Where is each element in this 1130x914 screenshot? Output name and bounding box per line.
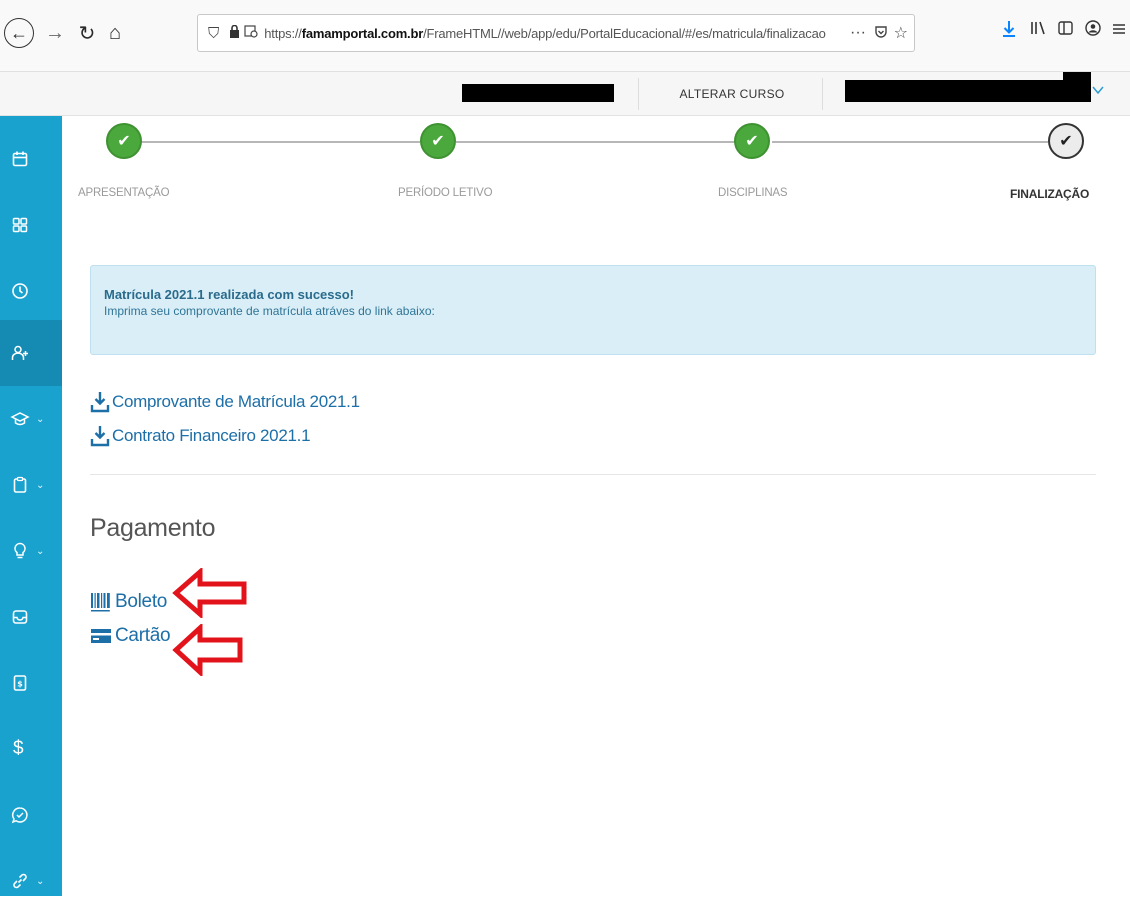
step-4-circle[interactable]: ✔ [1048, 123, 1084, 159]
boleto-link[interactable]: Boleto [90, 588, 167, 616]
sidebar-item-ideas[interactable]: ⌄ [0, 518, 62, 584]
check-icon: ✔ [745, 133, 759, 150]
sidebar-item-calendar[interactable] [0, 126, 62, 192]
back-button[interactable]: ← [4, 18, 34, 48]
lightbulb-icon [14, 542, 26, 559]
download-icon [90, 426, 110, 447]
chat-icon [11, 807, 28, 824]
check-icon: ✔ [431, 133, 445, 150]
change-course-button[interactable]: ALTERAR CURSO [648, 80, 816, 108]
clock-icon [12, 283, 28, 299]
app-header: ALTERAR CURSO [0, 72, 1130, 116]
payment-title: Pagamento [90, 514, 216, 542]
clipboard-icon [13, 476, 27, 493]
sidebar-item-invoice[interactable]: $ [0, 650, 62, 716]
step-3-label: DISCIPLINAS [718, 187, 788, 199]
pocket-icon[interactable] [874, 25, 888, 42]
alert-title: Matrícula 2021.1 realizada com sucesso! [104, 287, 355, 302]
url-path: /FrameHTML//web/app/edu/PortalEducaciona… [423, 25, 826, 41]
step-connector [126, 141, 420, 143]
chevron-down-icon: ⌄ [36, 479, 45, 491]
sidebar: ⌄ ⌄ ⌄ $ $ ⌄ [0, 116, 62, 896]
redacted-block [845, 80, 1091, 102]
step-2-label: PERÍODO LETIVO [398, 187, 493, 199]
enrollment-steps: ✔ ✔ ✔ ✔ APRESENTAÇÃO PERÍODO LETIVO DISC… [62, 116, 1130, 216]
credit-card-icon [91, 629, 111, 643]
check-icon: ✔ [1059, 133, 1073, 150]
page-actions-icon[interactable]: ··· [850, 24, 866, 42]
chevron-down-icon[interactable] [1092, 82, 1104, 98]
divider [90, 474, 1096, 475]
url-host: famamportal.com.br [301, 25, 424, 41]
sidebar-item-enrollment[interactable] [0, 320, 62, 386]
step-connector [456, 141, 736, 143]
link-icon [13, 873, 27, 889]
forward-button[interactable]: → [40, 18, 70, 48]
library-icon[interactable] [1030, 20, 1046, 41]
hamburger-menu-icon[interactable] [1112, 20, 1126, 41]
step-4-label: FINALIZAÇÃO [1010, 187, 1090, 201]
financial-contract-link[interactable]: Contrato Financeiro 2021.1 [90, 424, 311, 448]
url-prefix: https:// [264, 25, 302, 41]
sidebar-item-dashboard[interactable] [0, 192, 62, 258]
annotation-arrow-icon [172, 624, 243, 676]
sidebar-item-messages[interactable] [0, 782, 62, 848]
reload-button[interactable]: ↻ [72, 18, 102, 48]
add-user-icon [11, 345, 28, 360]
financial-contract-label: Contrato Financeiro 2021.1 [112, 426, 311, 445]
alert-text: Imprima seu comprovante de matrícula atr… [104, 304, 435, 318]
check-icon: ✔ [117, 133, 131, 150]
card-link[interactable]: Cartão [90, 622, 171, 650]
header-divider [638, 78, 639, 110]
svg-text:$: $ [17, 680, 23, 689]
boleto-label: Boleto [115, 591, 168, 612]
sidebar-item-finance[interactable]: $ [0, 716, 62, 782]
browser-toolbar: ← → ↻ ⌂ ⛉ https://famamportal.com.br/Fra… [0, 0, 1130, 72]
success-alert: Matrícula 2021.1 realizada com sucesso! … [90, 265, 1096, 355]
invoice-icon: $ [13, 675, 27, 691]
header-divider [822, 78, 823, 110]
card-label: Cartão [115, 625, 171, 646]
step-connector [772, 141, 1048, 143]
chevron-down-icon: ⌄ [36, 545, 45, 557]
enrollment-receipt-label: Comprovante de Matrícula 2021.1 [112, 392, 360, 411]
graduation-cap-icon [10, 412, 30, 426]
download-icon[interactable] [1002, 20, 1016, 43]
redacted-block [462, 84, 614, 102]
step-2-circle[interactable]: ✔ [420, 123, 456, 159]
step-1-circle[interactable]: ✔ [106, 123, 142, 159]
arrow-right-icon: → [45, 21, 65, 44]
chevron-down-icon: ⌄ [36, 875, 45, 887]
account-icon[interactable] [1085, 20, 1101, 41]
reload-icon: ↻ [78, 22, 96, 45]
sidebar-item-documents[interactable]: ⌄ [0, 452, 62, 518]
download-icon [90, 392, 110, 413]
step-3-circle[interactable]: ✔ [734, 123, 770, 159]
permissions-icon[interactable] [244, 25, 258, 41]
sidebar-toggle-icon[interactable] [1058, 20, 1073, 41]
dollar-icon: $ [13, 738, 24, 759]
enrollment-receipt-link[interactable]: Comprovante de Matrícula 2021.1 [90, 390, 360, 414]
inbox-icon [12, 610, 28, 624]
url-text[interactable]: https://famamportal.com.br/FrameHTML//we… [264, 25, 826, 41]
arrow-left-icon: ← [10, 22, 28, 43]
home-button[interactable]: ⌂ [100, 18, 130, 48]
redacted-block [1063, 72, 1091, 82]
sidebar-item-academic[interactable]: ⌄ [0, 386, 62, 452]
sidebar-item-history[interactable] [0, 258, 62, 324]
bookmark-star-icon[interactable]: ☆ [894, 23, 908, 43]
barcode-icon [91, 593, 110, 612]
shield-icon[interactable]: ⛉ [208, 25, 219, 42]
sidebar-item-links[interactable]: ⌄ [0, 848, 62, 914]
step-1-label: APRESENTAÇÃO [78, 187, 170, 199]
lock-icon[interactable] [229, 24, 240, 41]
home-icon: ⌂ [108, 21, 122, 44]
annotation-arrow-icon [172, 568, 247, 618]
chevron-down-icon: ⌄ [36, 413, 45, 425]
calendar-icon [12, 151, 28, 167]
grid-icon [12, 217, 28, 233]
sidebar-item-inbox[interactable] [0, 584, 62, 650]
url-bar[interactable]: ⛉ https://famamportal.com.br/FrameHTML//… [197, 14, 915, 52]
